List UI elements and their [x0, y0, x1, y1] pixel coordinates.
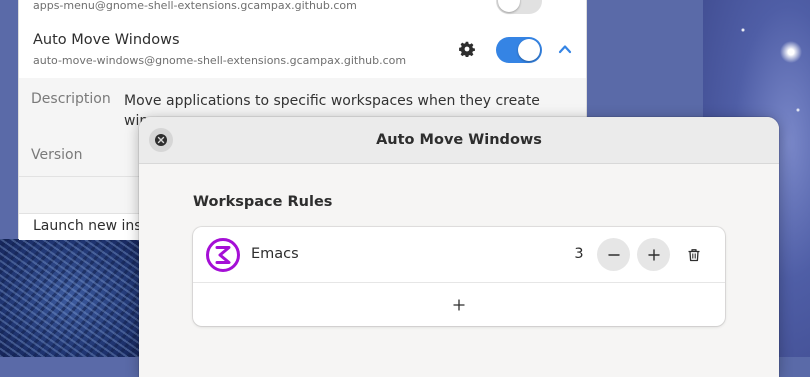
add-icon	[453, 298, 465, 311]
increment-workspace-button[interactable]	[637, 238, 670, 271]
emacs-icon	[206, 238, 240, 272]
description-label: Description	[31, 91, 111, 107]
delete-rule-button[interactable]	[681, 238, 707, 271]
dialog-title: Auto Move Windows	[376, 132, 542, 148]
extension-name: Auto Move Windows	[33, 32, 180, 48]
extension-row-apps-menu[interactable]: apps-menu@gnome-shell-extensions.gcampax…	[19, 0, 586, 23]
minus-icon	[607, 253, 620, 256]
collapse-chevron-icon[interactable]	[557, 41, 573, 57]
version-label: Version	[31, 147, 83, 163]
extension-uuid: auto-move-windows@gnome-shell-extensions…	[33, 54, 407, 67]
auto-move-windows-dialog: Auto Move Windows Workspace Rules Emacs …	[139, 117, 779, 377]
workspace-number: 3	[574, 246, 584, 262]
plus-icon	[647, 248, 660, 261]
description-value: Move applications to specific workspaces…	[124, 93, 540, 109]
extension-uuid: apps-menu@gnome-shell-extensions.gcampax…	[33, 0, 357, 12]
settings-gear-icon[interactable]	[459, 41, 475, 58]
section-title: Workspace Rules	[193, 194, 333, 210]
extension-name: Launch new insta	[33, 218, 156, 234]
dialog-header: Auto Move Windows	[139, 117, 779, 164]
rule-app-name: Emacs	[251, 246, 299, 262]
decrement-workspace-button[interactable]	[597, 238, 630, 271]
apps-menu-toggle[interactable]	[496, 0, 542, 14]
add-rule-button[interactable]	[193, 283, 725, 326]
trash-icon	[688, 248, 700, 261]
extension-row-auto-move-windows[interactable]: Auto Move Windows auto-move-windows@gnom…	[19, 22, 586, 79]
workspace-rules-list: Emacs 3	[193, 227, 725, 326]
rule-row: Emacs 3	[193, 227, 725, 283]
desktop-wallpaper-left	[0, 239, 140, 357]
auto-move-windows-toggle[interactable]	[496, 37, 542, 63]
